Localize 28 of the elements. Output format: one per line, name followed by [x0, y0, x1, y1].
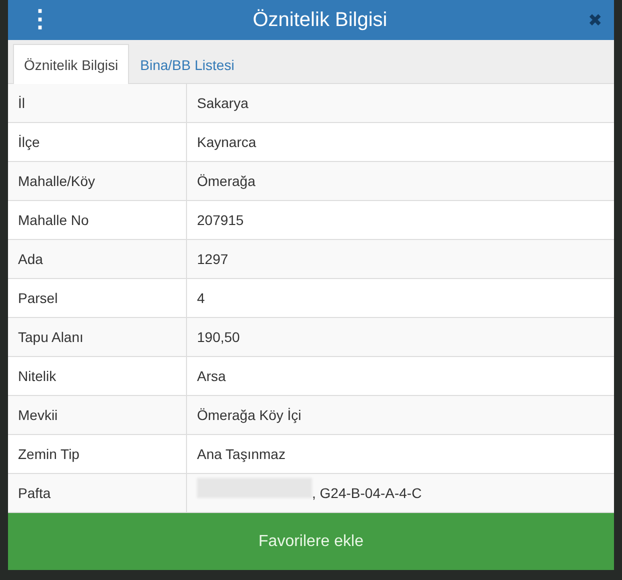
field-value: 1297 [197, 251, 228, 267]
field-label: İl [18, 95, 25, 111]
field-value: Kaynarca [197, 134, 256, 150]
field-value: 207915 [197, 212, 244, 228]
field-value: Arsa [197, 368, 226, 384]
field-label: Mahalle/Köy [18, 173, 96, 189]
field-label: Pafta [18, 485, 51, 501]
close-icon[interactable]: ✖ [588, 10, 602, 30]
field-label: Nitelik [18, 368, 56, 384]
field-label: Mahalle No [18, 212, 89, 228]
tab[interactable]: Öznitelik Bilgisi [13, 44, 130, 84]
field-value: , G24-B-04-A-4-C [312, 485, 422, 501]
field-value: Ana Taşınmaz [197, 446, 286, 462]
field-label: Ada [18, 251, 43, 267]
dialog-title: Öznitelik Bilgisi [252, 8, 388, 32]
field-label: Zemin Tip [18, 446, 80, 462]
field-label: İlçe [18, 134, 40, 150]
field-value: 4 [197, 290, 205, 306]
field-value: Sakarya [197, 95, 248, 111]
field-label: Mevkii [18, 407, 58, 423]
add-favorites-button[interactable]: Favorilere ekle [8, 513, 614, 570]
field-label: Parsel [18, 290, 58, 306]
field-value: Ömerağa [197, 173, 256, 189]
menu-icon[interactable]: ⋮ [28, 8, 52, 32]
field-label: Tapu Alanı [18, 329, 84, 345]
field-value: Ömerağa Köy İçi [197, 407, 302, 423]
tab[interactable]: Bina/BB Listesi [129, 44, 246, 84]
field-value: 190,50 [197, 329, 240, 345]
